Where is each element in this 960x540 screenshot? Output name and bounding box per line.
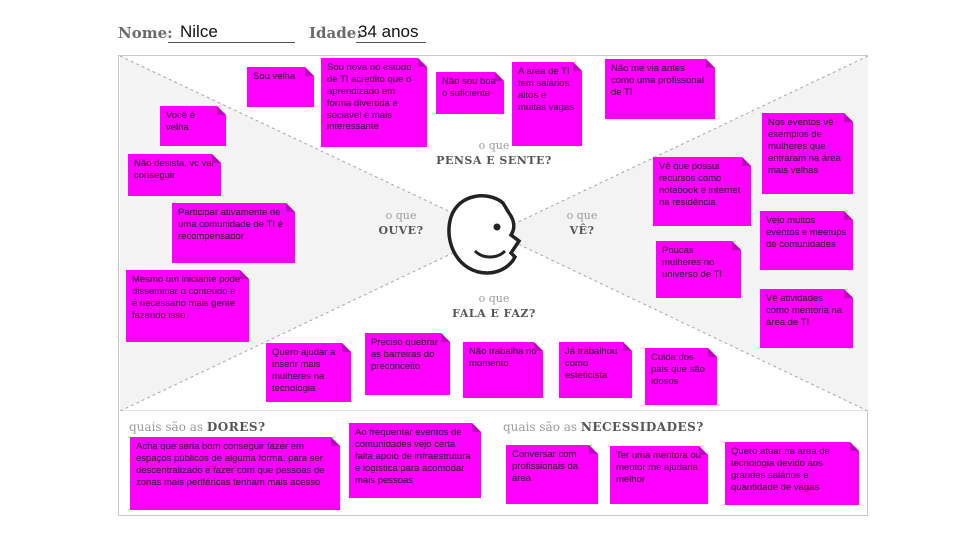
sticky-note[interactable]: Quero atuar na área de tecnologia devido…	[725, 442, 859, 505]
age-underline	[356, 42, 426, 43]
name-value: Nilce	[180, 22, 218, 41]
sticky-note[interactable]: Vê que possui recursos como notebook e i…	[653, 157, 751, 226]
sticky-note[interactable]: Ter uma mentora ou mentor me ajudaria me…	[610, 446, 708, 504]
sticky-note[interactable]: Não desista, vc vai conseguir	[128, 154, 221, 196]
age-value: 34 anos	[358, 22, 419, 41]
dores-label: quais são as DORES?	[129, 420, 266, 434]
sticky-note[interactable]: Poucas mulheres no universo de TI	[656, 241, 741, 298]
sticky-note[interactable]: Acha que seria bom conseguir fazer em es…	[130, 437, 340, 510]
fala-label: o que FALA E FAZ?	[452, 292, 536, 320]
sticky-note[interactable]: Nos eventos vê exemplos de mulheres que …	[762, 113, 853, 194]
sticky-note[interactable]: Já trabalhou como esteticista	[559, 342, 632, 398]
name-label: Nome:	[118, 24, 173, 42]
sticky-note[interactable]: Não me via antes como uma profissonal de…	[605, 59, 715, 119]
age-label: Idade:	[309, 24, 362, 42]
ve-label: o que VÊ?	[566, 209, 598, 237]
sticky-note[interactable]: A área de TI tem salários altos e muitas…	[512, 62, 582, 146]
sticky-note[interactable]: Quero ajudar a inserir mais mulheres na …	[266, 343, 351, 402]
necessidades-label: quais são as NECESSIDADES?	[503, 420, 704, 434]
sticky-note[interactable]: Participar ativamente de uma comunidade …	[172, 203, 295, 263]
sticky-note[interactable]: Vejo muitos eventos e meetups de comunid…	[760, 211, 853, 270]
sticky-note[interactable]: Preciso quebrar as barreiras do preconce…	[365, 333, 450, 395]
sticky-note[interactable]: Sou velha	[247, 67, 314, 107]
sticky-note[interactable]: Não sou boa o suficiente	[436, 72, 504, 114]
sticky-note[interactable]: Conversar com profissionais da área	[506, 445, 598, 504]
sticky-note[interactable]: Ao frequentar eventos de comunidades vej…	[349, 423, 481, 498]
sticky-note[interactable]: Vê atividades como mentoria na área de T…	[760, 289, 853, 348]
face-icon	[447, 194, 522, 275]
sticky-note[interactable]: Não trabalha no momento	[463, 342, 543, 398]
sticky-note[interactable]: Cuida dos pais que são idosos	[645, 348, 717, 405]
name-underline	[168, 42, 295, 43]
sticky-note[interactable]: Você é velha	[160, 106, 226, 146]
sticky-note[interactable]: Sou nova no estudo de TI acredito que o …	[321, 58, 427, 147]
sticky-note[interactable]: Mesmo um iniciante pode disseminar o con…	[126, 270, 249, 342]
ouve-label: o que OUVE?	[378, 209, 424, 237]
